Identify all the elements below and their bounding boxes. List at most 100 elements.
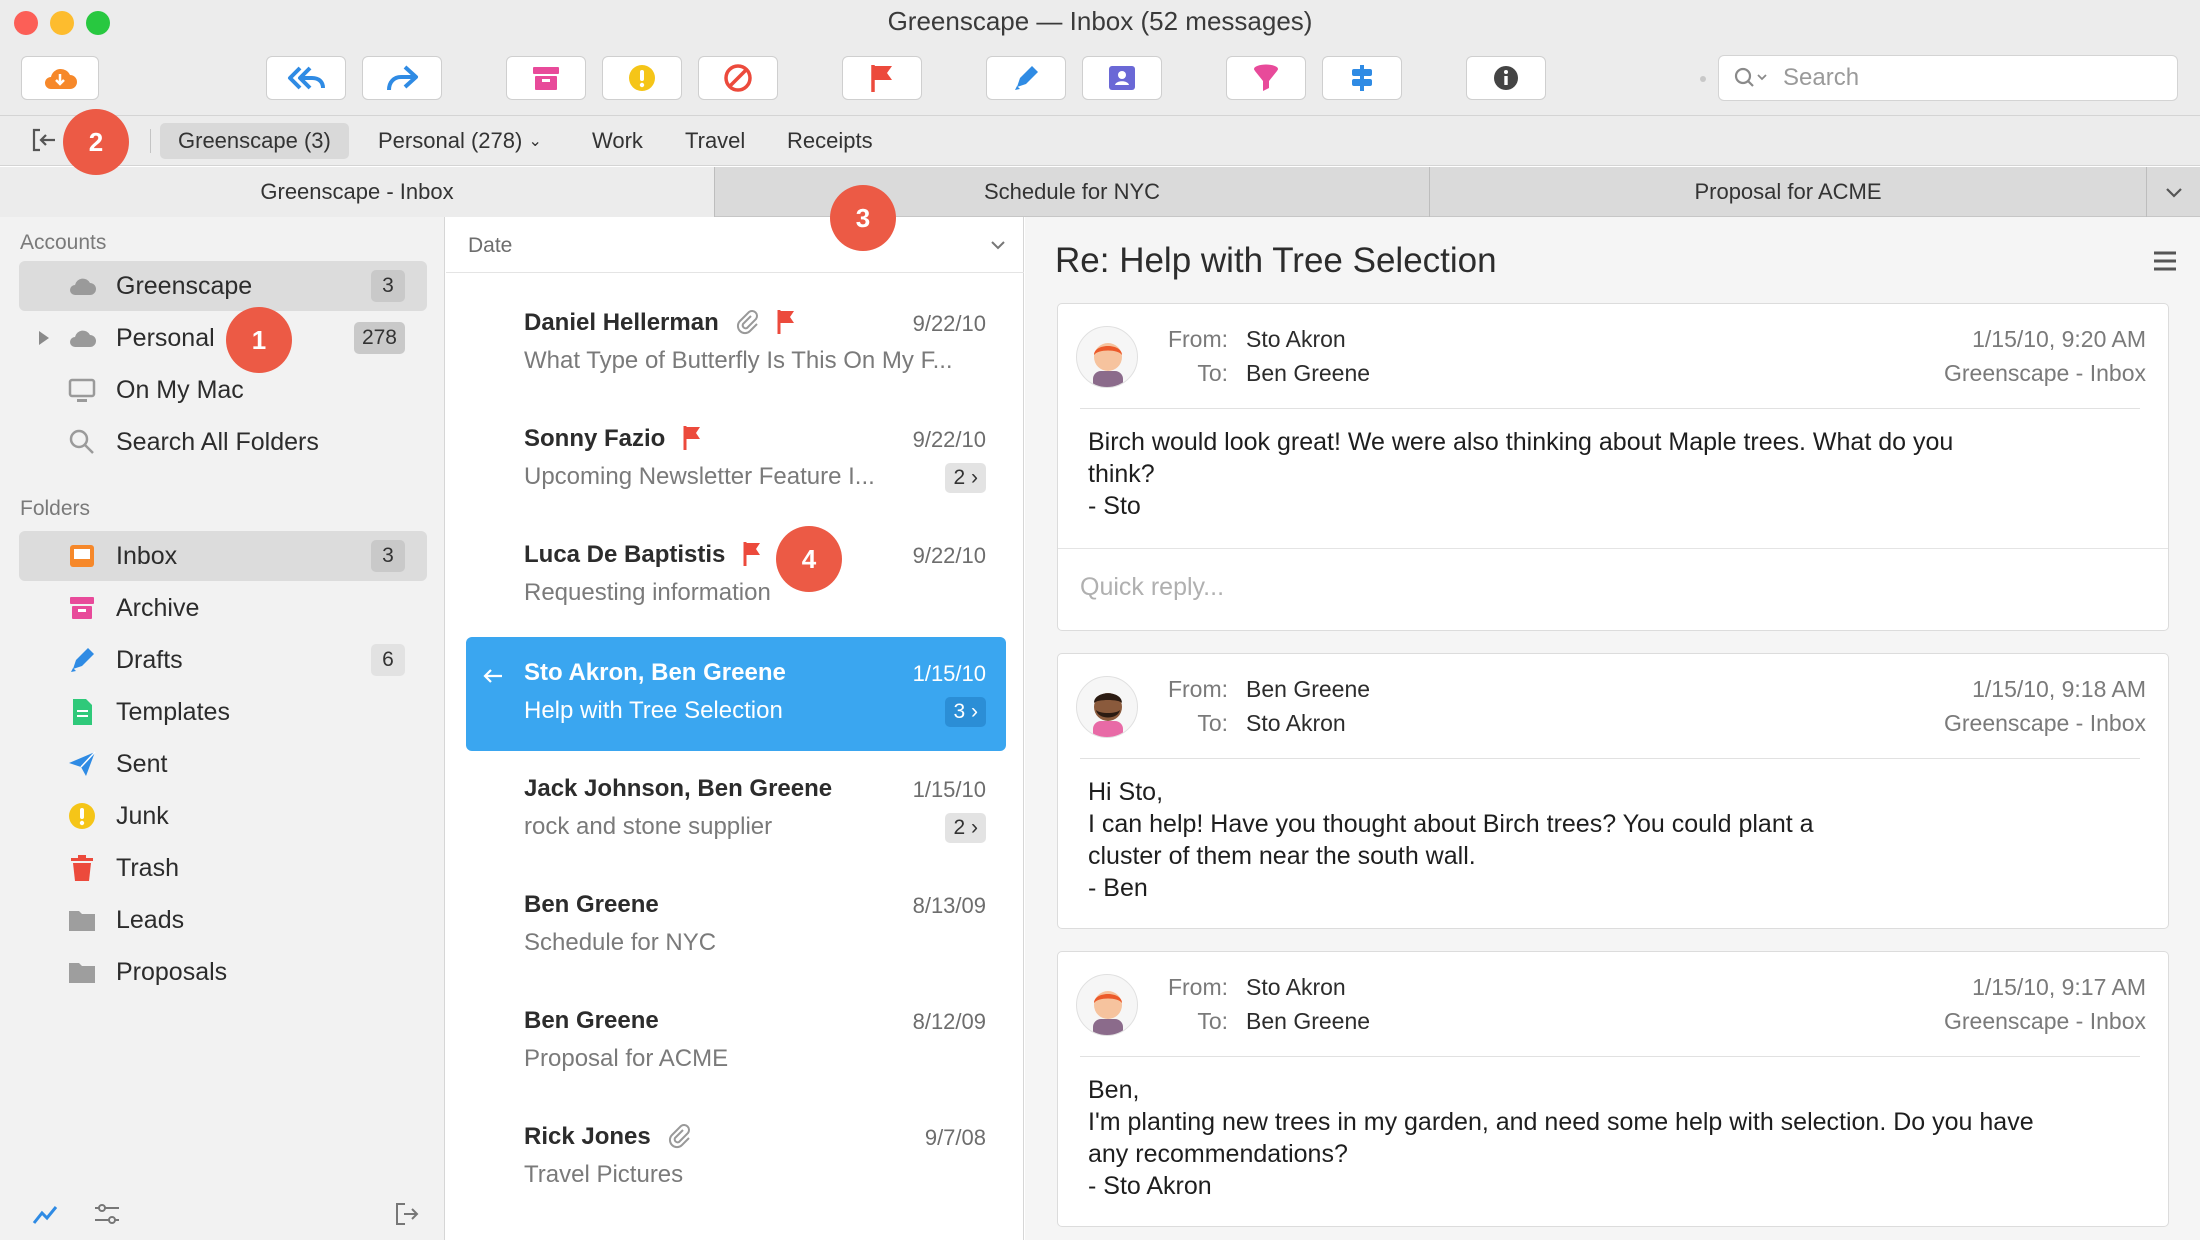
attachment-icon: [669, 1124, 691, 1149]
to-value[interactable]: Sto Akron: [1246, 710, 1346, 737]
message-row[interactable]: Rick Jones Travel Pictures 9/7/08: [466, 1101, 1006, 1215]
message-subject: rock and stone supplier: [524, 813, 773, 840]
search-input[interactable]: [1783, 64, 2163, 92]
message-card: From: Sto Akron To: Ben Greene 1/15/10, …: [1057, 951, 2169, 1227]
chevron-down-icon: [2165, 188, 2182, 198]
rules-button[interactable]: [1322, 56, 1402, 100]
settings-sliders-icon[interactable]: [92, 1201, 122, 1227]
sender-name: Sonny Fazio: [524, 425, 666, 452]
menu-icon[interactable]: [2152, 250, 2178, 272]
message-date: 8/13/09: [912, 893, 986, 918]
flag-button[interactable]: [842, 56, 922, 100]
sidebar-item-drafts[interactable]: Drafts 6: [19, 635, 427, 685]
tab-schedule-nyc[interactable]: Schedule for NYC: [715, 167, 1430, 217]
to-value[interactable]: Ben Greene: [1246, 360, 1370, 387]
unread-count: 3: [371, 540, 405, 572]
archive-icon: [70, 597, 94, 619]
replied-arrow-icon: [483, 669, 502, 683]
to-key: To:: [1197, 360, 1228, 386]
message-row[interactable]: Sonny Fazio Upcoming Newsletter Feature …: [466, 403, 1006, 517]
message-row[interactable]: Ben Greene Schedule for NYC 8/13/09: [466, 869, 1006, 983]
tab-bar: Greenscape - Inbox Schedule for NYC Prop…: [0, 167, 2200, 217]
archive-button[interactable]: [506, 56, 586, 100]
thread-count-badge[interactable]: 2 ›: [945, 463, 986, 493]
message-row[interactable]: Ben Greene Proposal for ACME 8/12/09: [466, 985, 1006, 1099]
message-row[interactable]: Daniel Hellerman What Type of Butterfly …: [466, 287, 1006, 401]
sidebar-item-junk[interactable]: Junk: [19, 791, 427, 841]
get-mail-button[interactable]: [21, 56, 99, 100]
cloud-download-icon: [45, 68, 77, 89]
sidebar-item-archive[interactable]: Archive: [19, 583, 427, 633]
activity-icon[interactable]: [32, 1205, 58, 1225]
sidebar-item-proposals[interactable]: Proposals: [19, 947, 427, 997]
pencil-icon: [71, 648, 94, 672]
to-value[interactable]: Ben Greene: [1246, 1008, 1370, 1035]
sidebar-item-greenscape[interactable]: Greenscape 3: [19, 261, 427, 311]
sort-label: Date: [468, 234, 513, 257]
sender-name: Rick Jones: [524, 1123, 651, 1150]
message-subject: What Type of Butterfly Is This On My F..…: [524, 347, 953, 374]
info-button[interactable]: [1466, 56, 1546, 100]
message-list: Date Daniel Hellerman What Type of Butte…: [446, 217, 1024, 1240]
sidebar-item-trash[interactable]: Trash: [19, 843, 427, 893]
sidebar-item-search-all-folders[interactable]: Search All Folders: [19, 417, 427, 467]
favorite-work[interactable]: Work: [574, 123, 661, 159]
sidebar-item-templates[interactable]: Templates: [19, 687, 427, 737]
sidebar-item-sent[interactable]: Sent: [19, 739, 427, 789]
signpost-icon: [1352, 65, 1372, 91]
tab-greenscape-inbox[interactable]: Greenscape - Inbox: [0, 167, 715, 217]
favorite-personal[interactable]: Personal (278) ⌄: [360, 123, 560, 159]
message-row-selected[interactable]: Sto Akron, Ben Greene Help with Tree Sel…: [466, 637, 1006, 751]
callout-badge-3: 3: [830, 185, 896, 251]
sign-out-icon[interactable]: [394, 1201, 420, 1227]
accounts-header: Accounts: [20, 231, 107, 254]
forward-button[interactable]: [362, 56, 442, 100]
favorite-travel[interactable]: Travel: [667, 123, 763, 159]
message-date: 9/7/08: [924, 1125, 986, 1150]
thread-count-badge[interactable]: 3 ›: [945, 697, 986, 727]
reply-all-button[interactable]: [266, 56, 346, 100]
favorite-greenscape[interactable]: Greenscape (3): [160, 123, 349, 159]
cloud-icon: [70, 330, 96, 347]
tab-overflow-button[interactable]: [2147, 167, 2200, 217]
contacts-button[interactable]: [1082, 56, 1162, 100]
search-field[interactable]: [1718, 55, 2178, 101]
sidebar: Accounts Greenscape 3 Personal 278 On My…: [0, 217, 445, 1240]
message-row[interactable]: Jack Johnson, Ben Greene rock and stone …: [466, 753, 1006, 867]
sidebar-item-label: On My Mac: [116, 375, 244, 404]
folder-icon: [69, 911, 95, 931]
title-toolbar: Greenscape — Inbox (52 messages): [0, 0, 2200, 116]
message-folder: Greenscape - Inbox: [1943, 360, 2146, 386]
tab-proposal-acme[interactable]: Proposal for ACME: [1430, 167, 2147, 217]
sidebar-item-inbox[interactable]: Inbox 3: [19, 531, 427, 581]
folder-icon: [69, 963, 95, 983]
from-value[interactable]: Sto Akron: [1246, 326, 1346, 353]
message-sender: Daniel Hellerman: [524, 309, 796, 337]
filter-button[interactable]: [1226, 56, 1306, 100]
chevron-down-icon: ⌄: [528, 133, 542, 150]
conversation-title: Re: Help with Tree Selection: [1055, 241, 1497, 280]
avatar: [1076, 974, 1138, 1036]
message-subject: Proposal for ACME: [524, 1045, 729, 1072]
favorite-receipts[interactable]: Receipts: [769, 123, 891, 159]
sidebar-item-on-my-mac[interactable]: On My Mac: [19, 365, 427, 415]
delete-button[interactable]: [698, 56, 778, 100]
junk-button[interactable]: [602, 56, 682, 100]
thread-count-badge[interactable]: 2 ›: [945, 813, 986, 843]
toolbar-dot: [1700, 76, 1706, 82]
quick-reply-input[interactable]: [1080, 573, 2080, 602]
message-row[interactable]: Luca De Baptistis Requesting information…: [466, 519, 1006, 633]
flag-icon: [683, 426, 701, 450]
sidebar-item-personal[interactable]: Personal 278: [19, 313, 427, 363]
collapse-sidebar-button[interactable]: [30, 126, 58, 159]
avatar: [1076, 676, 1138, 738]
disclosure-triangle-icon[interactable]: [37, 330, 51, 346]
search-icon: [69, 429, 94, 454]
callout-badge-1: 1: [226, 307, 292, 373]
sort-header[interactable]: Date: [446, 217, 1024, 273]
from-value[interactable]: Sto Akron: [1246, 974, 1346, 1001]
compose-button[interactable]: [986, 56, 1066, 100]
from-value[interactable]: Ben Greene: [1246, 676, 1370, 703]
sidebar-item-leads[interactable]: Leads: [19, 895, 427, 945]
message-date: 8/12/09: [912, 1009, 986, 1034]
